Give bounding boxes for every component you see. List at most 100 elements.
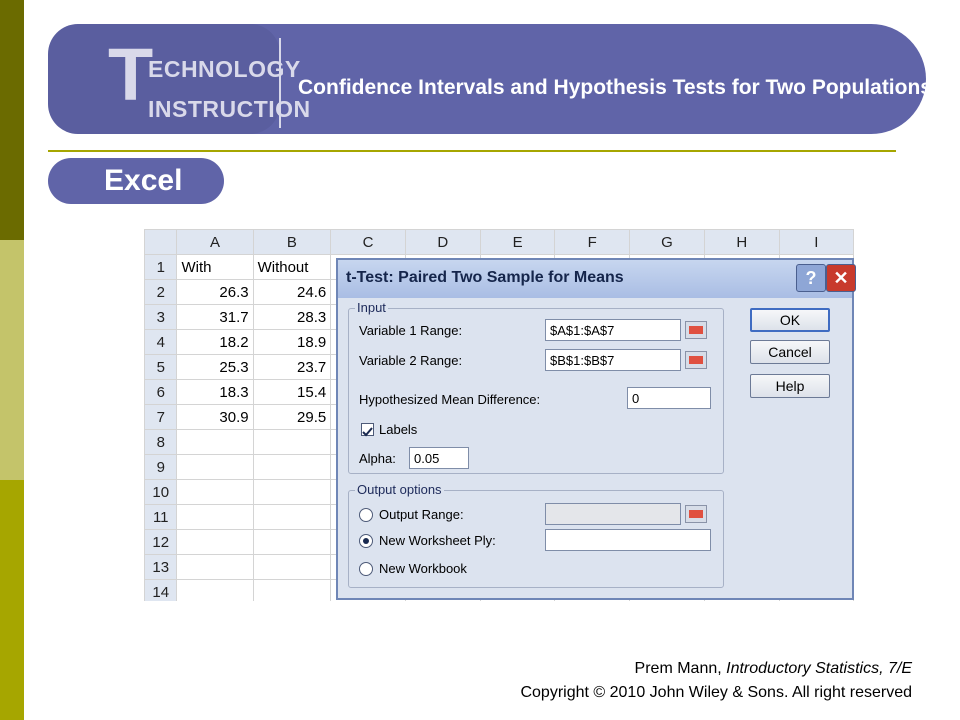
range-picker-icon[interactable] bbox=[685, 351, 707, 369]
cell-b[interactable] bbox=[252, 479, 332, 505]
output-options-group: Output options Output Range: New Workshe… bbox=[348, 482, 724, 588]
dialog-title: t-Test: Paired Two Sample for Means bbox=[346, 269, 624, 286]
row-header[interactable]: 10 bbox=[144, 479, 178, 505]
cell-a[interactable] bbox=[176, 479, 254, 505]
header-rule bbox=[48, 150, 896, 152]
output-range-input[interactable] bbox=[545, 503, 681, 525]
logo-t-letter: T bbox=[108, 33, 154, 116]
logo-text-technology: ECHNOLOGY bbox=[148, 56, 301, 82]
cell-a[interactable]: With bbox=[176, 254, 254, 280]
var2-range-input[interactable]: $B$1:$B$7 bbox=[545, 349, 681, 371]
logo-text-instruction: INSTRUCTION bbox=[148, 96, 311, 122]
cell-b[interactable] bbox=[252, 579, 332, 601]
cancel-button[interactable]: Cancel bbox=[750, 340, 830, 364]
range-picker-icon[interactable] bbox=[685, 321, 707, 339]
new-workbook-radio[interactable] bbox=[359, 562, 373, 576]
help-button[interactable]: Help bbox=[750, 374, 830, 398]
column-header[interactable]: D bbox=[404, 229, 481, 255]
cell-b[interactable]: 24.6 bbox=[252, 279, 332, 305]
row-header[interactable]: 14 bbox=[144, 579, 178, 601]
cell-b[interactable]: 29.5 bbox=[252, 404, 332, 430]
var1-label: Variable 1 Range: bbox=[359, 323, 463, 338]
header-banner: T ECHNOLOGY INSTRUCTION Confidence Inter… bbox=[48, 18, 932, 136]
new-workbook-label: New Workbook bbox=[379, 561, 467, 576]
labels-label: Labels bbox=[379, 422, 418, 437]
row-header[interactable]: 4 bbox=[144, 329, 178, 355]
cell-a[interactable]: 31.7 bbox=[176, 304, 254, 330]
alpha-label: Alpha: bbox=[359, 451, 396, 466]
left-bar-bottom bbox=[0, 480, 24, 720]
cell-a[interactable]: 26.3 bbox=[176, 279, 254, 305]
new-worksheet-ply-label: New Worksheet Ply: bbox=[379, 533, 496, 548]
excel-tab-label: Excel bbox=[104, 164, 183, 197]
cell-b[interactable] bbox=[252, 454, 332, 480]
footer-author: Prem Mann, bbox=[634, 660, 727, 677]
cell-a[interactable]: 25.3 bbox=[176, 354, 254, 380]
hyp-mean-diff-input[interactable]: 0 bbox=[627, 387, 711, 409]
left-bar-middle bbox=[0, 240, 24, 480]
close-icon[interactable]: ✕ bbox=[826, 264, 856, 292]
cell-a[interactable] bbox=[176, 554, 254, 580]
cell-b[interactable]: 15.4 bbox=[252, 379, 332, 405]
cell-b[interactable] bbox=[252, 429, 332, 455]
row-header[interactable]: 1 bbox=[144, 254, 178, 280]
footer-book: Introductory Statistics, 7/E bbox=[726, 660, 912, 677]
column-header[interactable]: E bbox=[479, 229, 556, 255]
cell-b[interactable] bbox=[252, 529, 332, 555]
column-header[interactable]: C bbox=[330, 229, 406, 255]
column-header[interactable]: F bbox=[554, 229, 631, 255]
footer-credit: Prem Mann, Introductory Statistics, 7/E bbox=[312, 660, 912, 678]
column-header[interactable]: G bbox=[629, 229, 705, 255]
ok-button[interactable]: OK bbox=[750, 308, 830, 332]
output-range-radio[interactable] bbox=[359, 508, 373, 522]
column-header[interactable]: B bbox=[252, 229, 332, 255]
row-header[interactable]: 11 bbox=[144, 504, 178, 530]
cell-b[interactable]: 23.7 bbox=[252, 354, 332, 380]
cell-a[interactable] bbox=[176, 504, 254, 530]
column-header[interactable]: I bbox=[778, 229, 854, 255]
left-bar-top bbox=[0, 0, 24, 240]
labels-checkbox[interactable] bbox=[361, 423, 374, 437]
new-worksheet-ply-input[interactable] bbox=[545, 529, 711, 551]
cell-a[interactable] bbox=[176, 529, 254, 555]
row-header[interactable]: 3 bbox=[144, 304, 178, 330]
input-group-label: Input bbox=[355, 300, 388, 315]
alpha-input[interactable]: 0.05 bbox=[409, 447, 469, 469]
cell-b[interactable]: 28.3 bbox=[252, 304, 332, 330]
cell-a[interactable] bbox=[176, 429, 254, 455]
input-group: Input Variable 1 Range: $A$1:$A$7 Variab… bbox=[348, 300, 724, 474]
footer-copyright: Copyright © 2010 John Wiley & Sons. All … bbox=[520, 684, 912, 701]
column-header[interactable]: H bbox=[703, 229, 780, 255]
excel-section-tab: Excel bbox=[48, 156, 224, 206]
hyp-mean-diff-label: Hypothesized Mean Difference: bbox=[359, 392, 541, 407]
row-header[interactable]: 12 bbox=[144, 529, 178, 555]
range-picker-icon[interactable] bbox=[685, 505, 707, 523]
column-header[interactable]: A bbox=[176, 229, 254, 255]
check-icon bbox=[362, 427, 373, 437]
row-header[interactable]: 7 bbox=[144, 404, 178, 430]
cell-a[interactable]: 30.9 bbox=[176, 404, 254, 430]
dialog-titlebar[interactable]: t-Test: Paired Two Sample for Means ? ✕ bbox=[338, 260, 856, 298]
row-header[interactable]: 6 bbox=[144, 379, 178, 405]
row-header[interactable]: 9 bbox=[144, 454, 178, 480]
cell-b[interactable] bbox=[252, 504, 332, 530]
row-header[interactable]: 5 bbox=[144, 354, 178, 380]
cell-b[interactable] bbox=[252, 554, 332, 580]
var2-label: Variable 2 Range: bbox=[359, 353, 463, 368]
var1-range-input[interactable]: $A$1:$A$7 bbox=[545, 319, 681, 341]
row-header[interactable]: 8 bbox=[144, 429, 178, 455]
row-header[interactable]: 2 bbox=[144, 279, 178, 305]
cell-b[interactable]: Without bbox=[252, 254, 332, 280]
select-all-corner[interactable] bbox=[144, 229, 178, 255]
row-header[interactable]: 13 bbox=[144, 554, 178, 580]
page-title: Confidence Intervals and Hypothesis Test… bbox=[298, 76, 932, 99]
output-range-label: Output Range: bbox=[379, 507, 464, 522]
help-icon[interactable]: ? bbox=[796, 264, 826, 292]
cell-a[interactable] bbox=[176, 579, 254, 601]
new-worksheet-ply-radio[interactable] bbox=[359, 534, 373, 548]
cell-a[interactable]: 18.3 bbox=[176, 379, 254, 405]
cell-a[interactable] bbox=[176, 454, 254, 480]
output-group-label: Output options bbox=[355, 482, 444, 497]
cell-b[interactable]: 18.9 bbox=[252, 329, 332, 355]
cell-a[interactable]: 18.2 bbox=[176, 329, 254, 355]
